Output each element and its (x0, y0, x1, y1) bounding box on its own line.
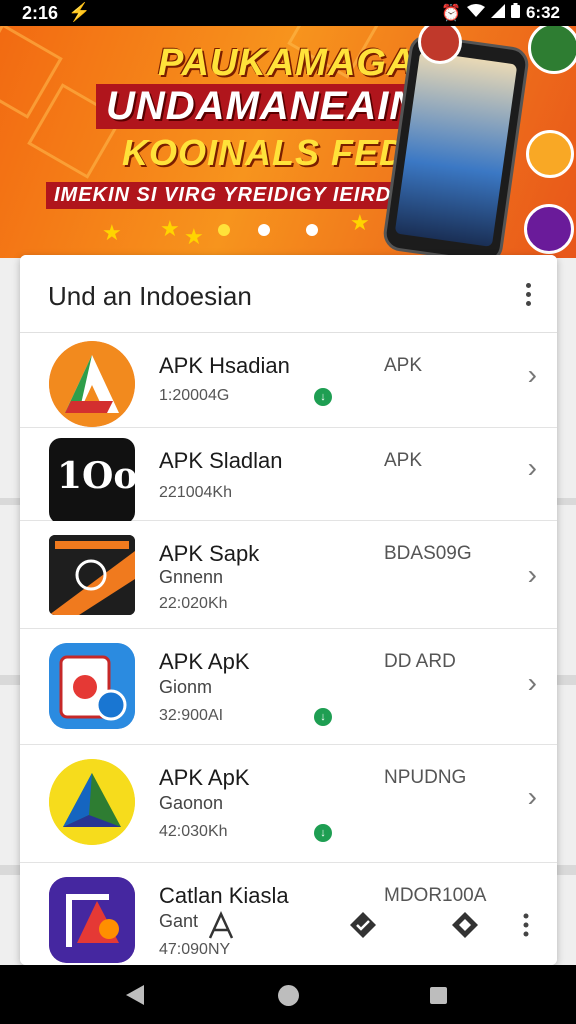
download-icon[interactable]: ↓ (314, 824, 332, 842)
status-icons: ⏰ 6:32 (441, 3, 560, 23)
star-icon: ★ (160, 216, 180, 241)
chevron-right-icon[interactable]: › (528, 781, 537, 813)
more-options-icon[interactable] (521, 283, 535, 307)
chevron-right-icon[interactable]: › (528, 452, 537, 484)
svg-text:1Ooo: 1Ooo (57, 455, 135, 497)
carousel-dot[interactable] (218, 224, 230, 236)
app-name: APK Sladlan (159, 448, 283, 473)
promo-banner[interactable]: PAUKAMAGAN UNDAMANEAIN KOOINALS FEDUI4 I… (0, 26, 576, 258)
app-name: APK Hsadian (159, 353, 290, 378)
app-size: 1:20004G (159, 387, 230, 404)
chevron-right-icon[interactable]: › (528, 559, 537, 591)
app-subtitle: Gnnenn (159, 567, 224, 587)
game-badge-icon (524, 204, 574, 254)
app-tag: APK (384, 355, 423, 376)
star-icon: ★ (350, 210, 370, 235)
banner-tagline: IMEKIN SI VIRG YREIDIGY IEIRDIN (46, 182, 422, 209)
app-name: APK Sapk (159, 541, 260, 566)
game-badge-icon (528, 26, 576, 74)
app-size: 221004Kh (159, 484, 232, 501)
app-list-item[interactable]: APK ApK Gionm 32:900AI ↓ DD ARD › (20, 629, 557, 745)
chevron-right-icon[interactable]: › (528, 667, 537, 699)
app-tag: NPUDNG (384, 767, 467, 788)
triangle-app-icon (49, 759, 135, 845)
charging-bolt-icon: ⚡ (68, 2, 91, 22)
game-badge-icon (526, 130, 574, 178)
app-size: 42:030Kh (159, 823, 228, 840)
font-a-icon[interactable] (206, 910, 236, 940)
system-navigation-bar (0, 965, 576, 1024)
app-tag: BDAS09G (384, 543, 472, 564)
game-poster-app-icon (49, 535, 135, 615)
black-rounded-logo-app-icon: 1Ooo (49, 438, 135, 524)
app-size: 22:020Kh (159, 595, 228, 612)
app-list-item[interactable]: APK ApK Gaonon 42:030Kh ↓ NPUDNG › (20, 745, 557, 863)
app-subtitle: Gaonon (159, 793, 224, 813)
home-icon[interactable] (278, 985, 299, 1006)
app-subtitle: Gionm (159, 677, 213, 697)
back-icon[interactable] (126, 985, 144, 1005)
app-list-sheet: Und an Indoesian APK Hsadian 1:20004G ↓ … (20, 255, 557, 965)
app-list-item[interactable]: 1Ooo APK Sladlan 221004Kh APK › (20, 428, 557, 524)
app-tag: DD ARD (384, 651, 456, 672)
star-icon: ★ (102, 220, 122, 245)
status-time: 2:16 (22, 3, 59, 23)
check-badge-icon[interactable] (348, 910, 378, 940)
signal-icon (490, 3, 505, 23)
app-tag: APK (384, 450, 423, 471)
orange-a-app-icon (49, 341, 135, 427)
app-name: Catlan Kiasla (159, 883, 289, 908)
app-tag: MDOR100A (384, 885, 487, 906)
alarm-icon: ⏰ (441, 5, 461, 22)
recent-apps-icon[interactable] (430, 987, 447, 1004)
status-right-text: 6:32 (525, 3, 560, 22)
carousel-dot[interactable] (306, 224, 318, 236)
app-name: APK ApK (159, 649, 250, 674)
row-actions (20, 910, 557, 950)
download-icon[interactable]: ↓ (314, 708, 332, 726)
app-size: 32:900AI (159, 707, 224, 724)
status-bar: 2:16 ⚡ ⏰ 6:32 (0, 0, 576, 26)
app-list-item[interactable]: APK Sapk Gnnenn 22:020Kh BDAS09G › (20, 521, 557, 629)
sheet-title: Und an Indoesian (48, 281, 252, 311)
chevron-right-icon[interactable]: › (528, 359, 537, 391)
tag-diamond-icon[interactable] (450, 910, 480, 940)
sheet-header: Und an Indoesian (20, 255, 557, 333)
app-list-item[interactable]: APK Hsadian 1:20004G ↓ APK › (20, 333, 557, 428)
battery-icon (510, 3, 520, 23)
app-name: APK ApK (159, 765, 250, 790)
download-icon[interactable]: ↓ (314, 388, 332, 406)
banner-headline-2: UNDAMANEAIN (96, 84, 430, 129)
tablet-app-icon (49, 643, 135, 729)
more-options-icon[interactable] (518, 910, 534, 940)
banner-headline-1: PAUKAMAGAN (158, 42, 444, 84)
carousel-dot[interactable] (258, 224, 270, 236)
wifi-icon (466, 3, 485, 23)
star-icon: ★ (184, 224, 204, 249)
